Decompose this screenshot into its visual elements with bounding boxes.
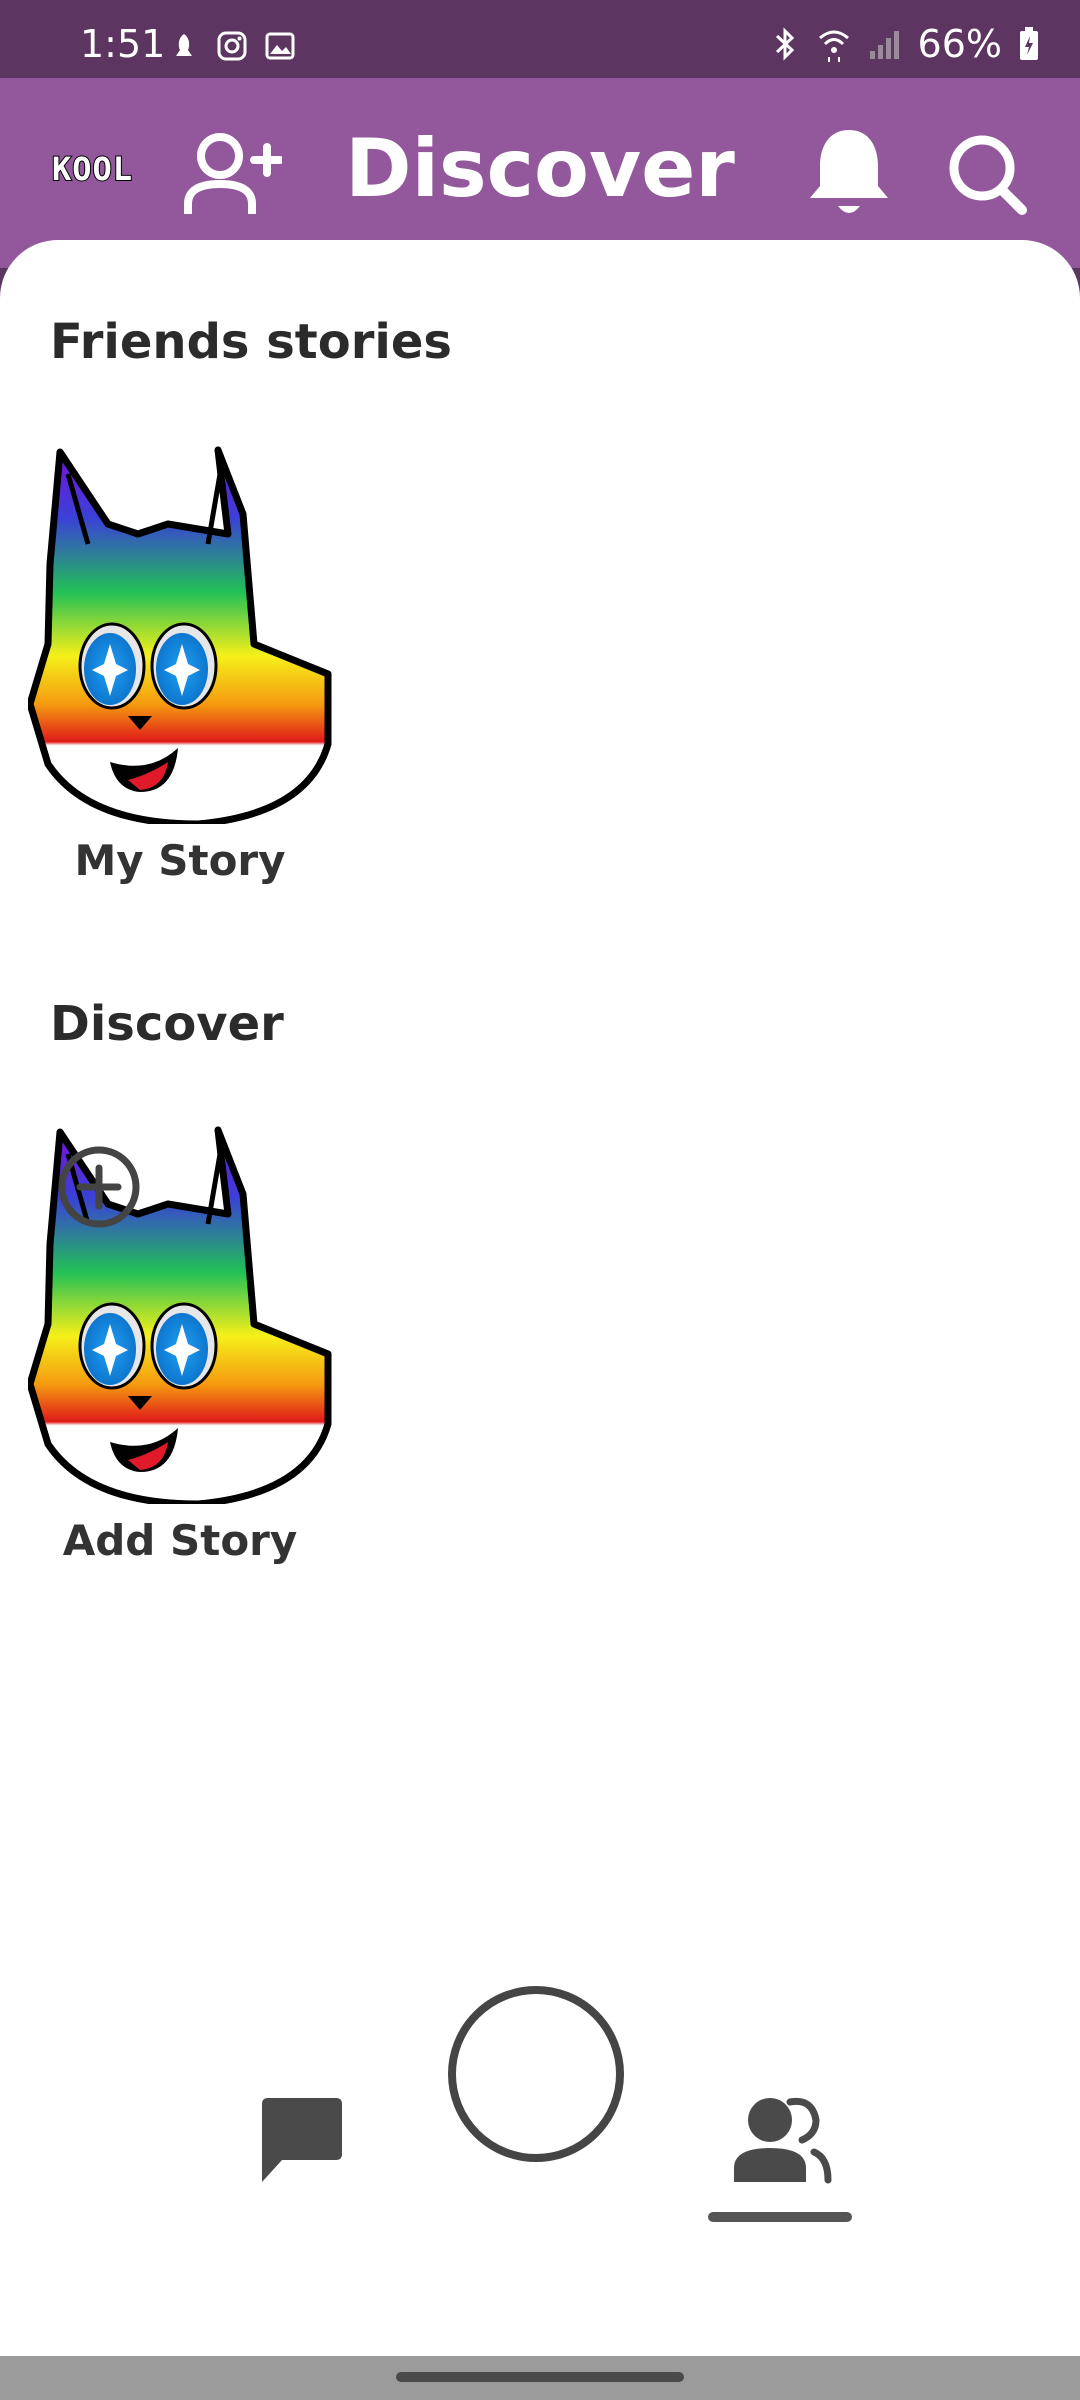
chat-icon[interactable] — [254, 2094, 346, 2186]
home-gesture-handle[interactable] — [396, 2372, 684, 2382]
friends-icon[interactable] — [730, 2094, 832, 2186]
bell-icon[interactable] — [806, 124, 892, 220]
selected-tab-indicator — [708, 2212, 852, 2222]
story-label: Add Story — [62, 1516, 298, 1565]
status-time: 1:51 — [80, 22, 166, 66]
battery-icon — [1020, 27, 1038, 60]
section-title-friends: Friends stories — [50, 314, 452, 370]
battery-percent: 66% — [917, 22, 1002, 66]
my-story-card[interactable]: My Story — [28, 444, 332, 885]
search-icon[interactable] — [946, 130, 1028, 216]
page-title: Discover — [345, 122, 735, 215]
status-left-icons — [168, 30, 296, 62]
status-right: 66% — [770, 22, 1040, 66]
system-gesture-bar — [0, 2356, 1080, 2400]
fox-avatar — [28, 446, 332, 824]
add-story-card[interactable]: Add Story — [28, 1124, 332, 1565]
signal-icon — [869, 31, 899, 59]
section-title-discover: Discover — [50, 996, 284, 1052]
bluetooth-icon — [775, 27, 794, 61]
status-bar: 1:51 66% — [0, 0, 1080, 78]
notification-icon — [176, 34, 192, 56]
add-circle-icon[interactable] — [56, 1144, 142, 1230]
wifi-icon — [818, 30, 849, 62]
story-label: My Story — [74, 836, 286, 885]
gallery-icon — [265, 32, 295, 60]
instagram-icon — [217, 31, 247, 61]
camera-button[interactable] — [448, 1986, 624, 2162]
